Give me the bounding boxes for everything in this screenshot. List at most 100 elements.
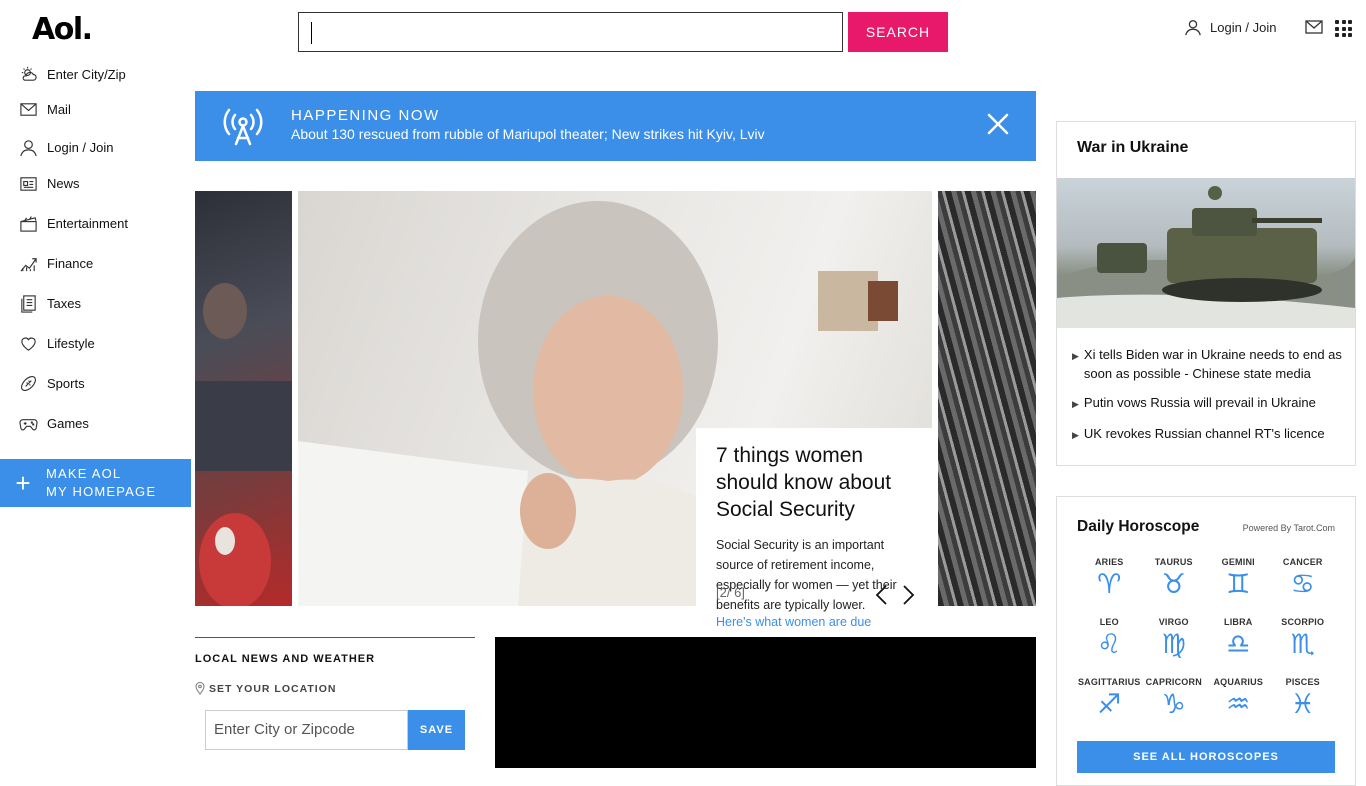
zodiac-taurus[interactable]: TAURUS ♉: [1142, 557, 1207, 600]
sidebar-item-label: Sports: [47, 376, 85, 391]
gemini-icon: ♊: [1226, 569, 1251, 599]
zodiac-name: SAGITTARIUS: [1077, 677, 1141, 687]
see-all-horoscopes-button[interactable]: SEE ALL HOROSCOPES: [1077, 741, 1335, 773]
clapper-icon: [20, 216, 37, 232]
chevron-right-icon[interactable]: [902, 585, 916, 605]
aquarius-icon: ♒: [1226, 689, 1251, 719]
libra-icon: ♎: [1226, 629, 1251, 659]
war-headline[interactable]: Xi tells Biden war in Ukraine needs to e…: [1084, 345, 1347, 383]
zipcode-input[interactable]: Enter City or Zipcode: [205, 710, 408, 750]
zodiac-capricorn[interactable]: CAPRICORN ♑: [1142, 677, 1207, 720]
zodiac-name: LIBRA: [1224, 617, 1253, 627]
war-in-ukraine-module: War in Ukraine ▶ Xi tells Biden war in Uk…: [1056, 121, 1356, 466]
banner-title: HAPPENING NOW: [291, 107, 440, 124]
sidebar-item-label: News: [47, 176, 80, 191]
sidebar-item-login[interactable]: Login / Join: [19, 138, 114, 157]
carousel-counter: [2/ 6]: [716, 585, 745, 600]
cancer-icon: ♋: [1290, 569, 1315, 599]
chevron-left-icon[interactable]: [874, 585, 888, 605]
zodiac-aries[interactable]: ARIES ♈: [1077, 557, 1142, 600]
apps-grid-icon[interactable]: [1335, 20, 1352, 37]
sidebar-item-games[interactable]: Games: [19, 414, 89, 433]
aries-icon: ♈: [1097, 569, 1122, 599]
sidebar-item-weather[interactable]: Enter City/Zip: [19, 65, 126, 84]
pisces-icon: ♓: [1290, 689, 1315, 719]
divider: [195, 637, 475, 638]
war-headline[interactable]: UK revokes Russian channel RT's licence: [1084, 424, 1325, 445]
carousel-read-more-link[interactable]: Here's what women are due: [716, 615, 912, 629]
user-icon: [1185, 20, 1201, 36]
carousel-arrows: [874, 585, 916, 605]
user-icon: [20, 140, 37, 157]
sidebar-item-label: Login / Join: [47, 140, 114, 155]
location-pin-icon: [195, 682, 205, 695]
daily-horoscope-module: Daily Horoscope Powered By Tarot.Com ARI…: [1056, 496, 1356, 786]
sidebar-item-label: Mail: [47, 102, 71, 117]
set-location-label: SET YOUR LOCATION: [209, 682, 337, 695]
war-title[interactable]: War in Ukraine: [1077, 139, 1188, 157]
make-homepage-line2: MY HOMEPAGE: [46, 484, 157, 499]
zodiac-name: VIRGO: [1158, 617, 1189, 627]
sidebar-item-mail[interactable]: Mail: [19, 100, 71, 119]
list-item[interactable]: ▶ Xi tells Biden war in Ukraine needs to …: [1072, 345, 1347, 383]
sidebar-item-label: Finance: [47, 256, 94, 271]
aol-logo[interactable]: Aol.: [32, 12, 93, 47]
set-location-link[interactable]: SET YOUR LOCATION: [195, 682, 336, 695]
zodiac-aquarius[interactable]: AQUARIUS ♒: [1206, 677, 1271, 720]
scorpio-icon: ♏: [1290, 629, 1315, 659]
leo-icon: ♌: [1097, 629, 1122, 659]
happening-now-banner[interactable]: HAPPENING NOW About 130 rescued from rub…: [195, 91, 1036, 161]
mail-icon[interactable]: [1305, 20, 1323, 39]
make-aol-homepage-button[interactable]: + MAKE AOL MY HOMEPAGE: [0, 459, 191, 507]
list-item[interactable]: ▶ Putin vows Russia will prevail in Ukrai…: [1072, 393, 1347, 414]
zodiac-name: TAURUS: [1154, 557, 1193, 567]
sidebar-item-label: Games: [47, 416, 89, 431]
document-icon: [21, 295, 36, 313]
war-headline[interactable]: Putin vows Russia will prevail in Ukrain…: [1084, 393, 1316, 414]
carousel-prev-slide-image[interactable]: [195, 191, 292, 606]
broadcast-icon: [223, 108, 263, 146]
war-image[interactable]: [1057, 178, 1355, 328]
save-location-button[interactable]: SAVE: [408, 710, 465, 750]
zodiac-name: PISCES: [1285, 677, 1320, 687]
video-player[interactable]: [495, 637, 1036, 768]
sidebar-item-news[interactable]: News: [19, 174, 80, 193]
zodiac-cancer[interactable]: CANCER ♋: [1271, 557, 1336, 600]
sidebar-item-sports[interactable]: Sports: [19, 374, 85, 393]
banner-text[interactable]: About 130 rescued from rubble of Mariupo…: [291, 126, 765, 142]
carousel-next-slide-image[interactable]: [938, 191, 1036, 606]
zodiac-leo[interactable]: LEO ♌: [1077, 617, 1142, 660]
search-button[interactable]: SEARCH: [848, 12, 948, 52]
sidebar-item-lifestyle[interactable]: Lifestyle: [19, 334, 95, 353]
sidebar-item-finance[interactable]: Finance: [19, 254, 93, 273]
search-input[interactable]: [298, 12, 843, 52]
header-login-label: Login / Join: [1210, 19, 1277, 35]
close-icon[interactable]: [987, 113, 1009, 135]
zodiac-gemini[interactable]: GEMINI ♊: [1206, 557, 1271, 600]
carousel-headline[interactable]: 7 things women should know about Social …: [716, 442, 912, 523]
football-icon: [21, 376, 36, 391]
zodiac-grid: ARIES ♈ TAURUS ♉ GEMINI ♊ CANCER ♋ LEO ♌ VIRGO ♍ LIB…: [1077, 557, 1335, 720]
taurus-icon: ♉: [1161, 569, 1186, 599]
zodiac-name: ARIES: [1094, 557, 1124, 567]
zodiac-pisces[interactable]: PISCES ♓: [1271, 677, 1336, 720]
capricorn-icon: ♑: [1161, 689, 1186, 719]
local-news-title: LOCAL NEWS AND WEATHER: [195, 653, 376, 665]
make-homepage-line1: MAKE AOL: [46, 466, 122, 481]
sidebar-item-label: Entertainment: [47, 216, 128, 231]
gamepad-icon: [19, 419, 38, 431]
sidebar-item-taxes[interactable]: Taxes: [19, 294, 81, 313]
horoscope-title: Daily Horoscope: [1077, 518, 1200, 535]
zodiac-virgo[interactable]: VIRGO ♍: [1142, 617, 1207, 660]
zodiac-name: LEO: [1099, 617, 1119, 627]
heart-icon: [21, 337, 36, 351]
list-item[interactable]: ▶ UK revokes Russian channel RT's licence: [1072, 424, 1347, 445]
sagittarius-icon: ♐: [1097, 689, 1122, 719]
sidebar-item-entertainment[interactable]: Entertainment: [19, 214, 128, 233]
sidebar-item-label: Taxes: [47, 296, 81, 311]
zodiac-sagittarius[interactable]: SAGITTARIUS ♐: [1077, 677, 1142, 720]
zodiac-scorpio[interactable]: SCORPIO ♏: [1271, 617, 1336, 660]
zodiac-libra[interactable]: LIBRA ♎: [1206, 617, 1271, 660]
header-login-link[interactable]: Login / Join: [1184, 18, 1277, 36]
plus-icon: +: [15, 468, 31, 498]
